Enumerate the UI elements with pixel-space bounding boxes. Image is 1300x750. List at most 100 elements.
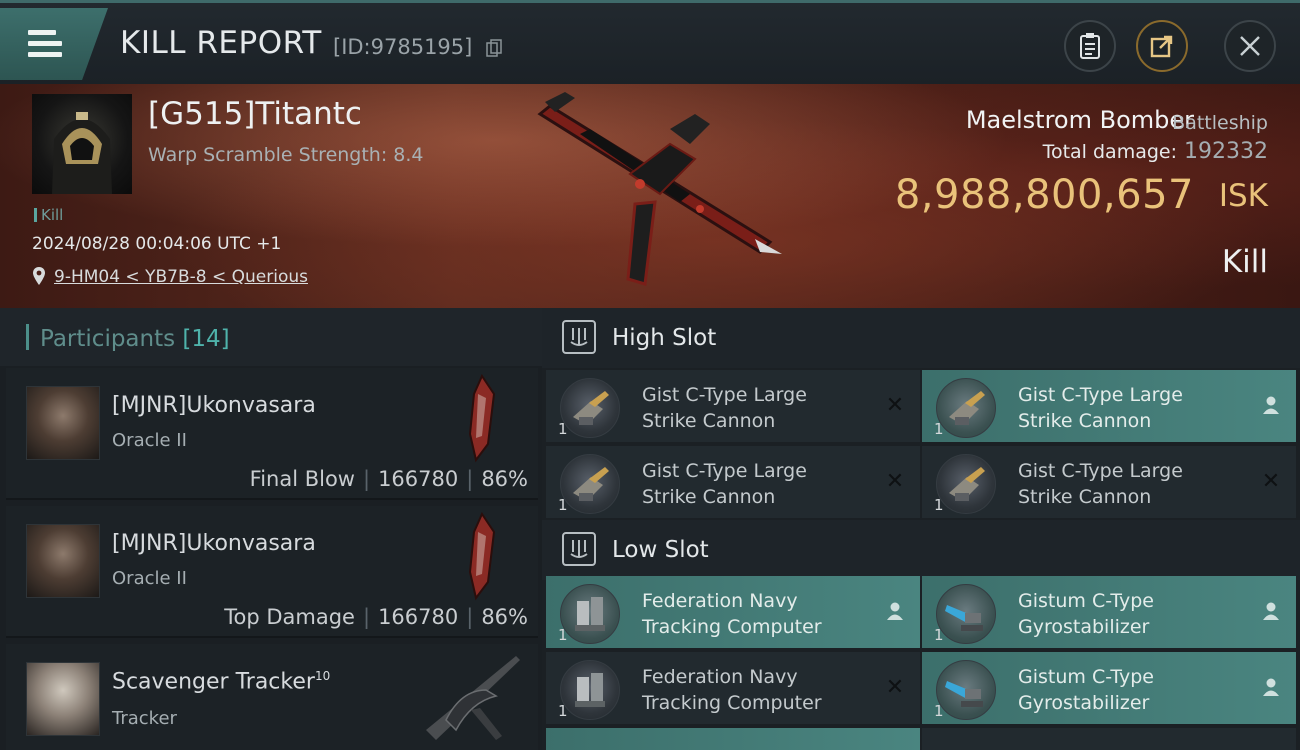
destroyed-x-icon: ✕ <box>885 468 905 494</box>
module-name-line2: Tracking Computer <box>642 616 822 638</box>
victim-name[interactable]: [G515]Titantc <box>148 96 362 132</box>
victim-banner: [G515]Titantc Warp Scramble Strength: 8.… <box>0 84 1300 308</box>
cannon-module-icon <box>560 378 620 438</box>
cannon-module-icon <box>936 454 996 514</box>
module-name: Gistum C-Type Gyrostabilizer <box>1018 588 1154 640</box>
module-name-line1: Gist C-Type Large <box>642 384 807 406</box>
module-quantity: 1 <box>934 626 944 644</box>
module-name: Gistum C-Type Gyrostabilizer <box>1018 664 1154 716</box>
module-item[interactable]: 1 Gist C-Type Large Strike Cannon ✕ <box>546 446 920 518</box>
copy-icon[interactable] <box>486 39 502 57</box>
module-name-line2: Gyrostabilizer <box>1018 692 1150 714</box>
module-name-line1: Gistum C-Type <box>1018 590 1154 612</box>
participant-stats: Top Damage | 166780 | 86% <box>224 605 528 629</box>
participant-role: Top Damage <box>224 605 355 629</box>
module-item[interactable] <box>922 728 1296 750</box>
module-quantity: 1 <box>934 496 944 514</box>
share-button[interactable] <box>1136 20 1188 72</box>
participant-ship-image <box>468 512 496 601</box>
location-pin-icon <box>33 267 45 285</box>
module-name-line1: Gist C-Type Large <box>1018 384 1183 406</box>
location-link[interactable]: 9-HM04 < YB7B-8 < Querious <box>54 267 308 287</box>
section-marker <box>26 324 29 350</box>
gyrostabilizer-icon <box>936 584 996 644</box>
participant-ship-image <box>468 374 496 463</box>
total-damage-value: 192332 <box>1184 139 1268 164</box>
result-label: Kill <box>1221 244 1268 280</box>
participants-header: Participants [14] <box>0 308 542 366</box>
module-name: Gist C-Type Large Strike Cannon <box>1018 382 1183 434</box>
high-slot-icon <box>562 320 596 354</box>
module-name-line2: Strike Cannon <box>1018 410 1152 432</box>
page-title: KILL REPORT <box>120 25 322 61</box>
dropped-person-icon <box>1260 394 1282 416</box>
menu-button[interactable] <box>0 8 108 80</box>
gyrostabilizer-icon <box>936 660 996 720</box>
participant-avatar[interactable] <box>26 386 100 460</box>
dropped-person-icon <box>884 600 906 622</box>
participant-ship-image <box>426 656 520 740</box>
participant-name: [MJNR]Ukonvasara <box>112 531 316 556</box>
module-item[interactable]: 1 Gist C-Type Large Strike Cannon ✕ <box>546 370 920 442</box>
module-quantity: 1 <box>558 626 568 644</box>
module-item[interactable]: 1 Gistum C-Type Gyrostabilizer <box>922 576 1296 648</box>
clipboard-button[interactable] <box>1064 20 1116 72</box>
participant-level: 10 <box>314 669 331 683</box>
module-item[interactable]: 1 Gist C-Type Large Strike Cannon <box>922 370 1296 442</box>
module-name-line2: Strike Cannon <box>1018 486 1152 508</box>
module-name-line2: Gyrostabilizer <box>1018 616 1150 638</box>
participant-ship: Oracle II <box>112 568 187 589</box>
dropped-person-icon <box>1260 676 1282 698</box>
module-quantity: 1 <box>558 702 568 720</box>
participant-damage: 166780 <box>378 467 459 491</box>
module-name-line1: Gist C-Type Large <box>1018 460 1183 482</box>
kill-tag: Kill <box>34 206 63 224</box>
tracking-computer-icon <box>560 660 620 720</box>
dropped-person-icon <box>1260 600 1282 622</box>
report-id: [ID:9785195] <box>333 35 473 59</box>
participant-avatar[interactable] <box>26 524 100 598</box>
module-name-line1: Gistum C-Type <box>1018 666 1154 688</box>
module-name: Gist C-Type Large Strike Cannon <box>642 382 807 434</box>
low-slot-label: Low Slot <box>612 537 709 563</box>
module-name: Federation Navy Tracking Computer <box>642 664 822 716</box>
participant-percent: 86% <box>481 605 528 629</box>
module-name: Federation Navy Tracking Computer <box>642 588 822 640</box>
module-item[interactable]: 1 Gistum C-Type Gyrostabilizer <box>922 652 1296 724</box>
participant-card[interactable]: [MJNR]Ukonvasara Oracle II Final Blow | 16… <box>6 368 538 500</box>
module-quantity: 1 <box>558 496 568 514</box>
victim-ship-class: Battleship <box>1172 112 1268 134</box>
victim-avatar[interactable] <box>32 94 132 194</box>
hamburger-icon <box>28 30 62 63</box>
module-name-line1: Federation Navy <box>642 590 798 612</box>
clipboard-icon <box>1080 33 1100 59</box>
participant-name: Scavenger Tracker10 <box>112 669 330 694</box>
module-item[interactable] <box>546 728 920 750</box>
destroyed-x-icon: ✕ <box>1261 468 1281 494</box>
warp-scramble-strength: Warp Scramble Strength: 8.4 <box>148 144 424 166</box>
top-bar: KILL REPORT [ID:9785195] <box>0 0 1300 84</box>
module-name-line2: Strike Cannon <box>642 410 776 432</box>
destroyed-x-icon: ✕ <box>885 674 905 700</box>
victim-ship-name[interactable]: Maelstrom Bomber <box>966 106 1194 134</box>
module-item[interactable]: 1 Gist C-Type Large Strike Cannon ✕ <box>922 446 1296 518</box>
participants-label: Participants <box>40 326 176 352</box>
low-slot-icon <box>562 532 596 566</box>
participant-stats: Final Blow | 166780 | 86% <box>249 467 528 491</box>
isk-unit: ISK <box>1218 178 1268 214</box>
fitting-panel: High Slot 1 Gist C-Type Large Strike Can… <box>542 308 1300 750</box>
participant-card[interactable]: [MJNR]Ukonvasara Oracle II Top Damage | 16… <box>6 506 538 638</box>
participants-count: [14] <box>182 326 230 352</box>
module-name-line2: Tracking Computer <box>642 692 822 714</box>
module-name-line1: Gist C-Type Large <box>642 460 807 482</box>
module-name: Gist C-Type Large Strike Cannon <box>642 458 807 510</box>
participant-card[interactable]: Scavenger Tracker10 Tracker <box>6 644 538 750</box>
participant-name-text: Scavenger Tracker <box>112 669 315 695</box>
module-item[interactable]: 1 Federation Navy Tracking Computer ✕ <box>546 652 920 724</box>
module-item[interactable]: 1 Federation Navy Tracking Computer <box>546 576 920 648</box>
high-slot-label: High Slot <box>612 325 717 351</box>
low-slot-header: Low Slot <box>542 520 1300 580</box>
participants-panel: Participants [14] [MJNR]Ukonvasara Oracl… <box>0 308 542 750</box>
participant-avatar[interactable] <box>26 662 100 736</box>
close-button[interactable] <box>1224 20 1276 72</box>
